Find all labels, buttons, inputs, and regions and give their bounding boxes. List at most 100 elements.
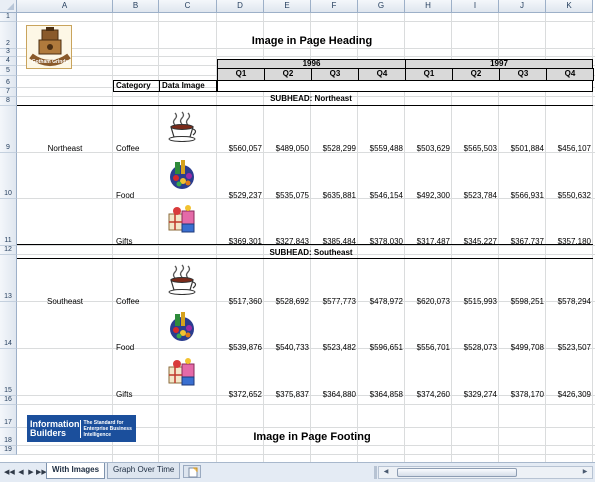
sales-value: $501,884: [510, 144, 544, 153]
coffee-cup-icon: [165, 262, 199, 296]
row-header-15[interactable]: 15: [0, 349, 17, 396]
scroll-left-arrow-icon[interactable]: ◀: [380, 468, 392, 477]
insert-sheet-button[interactable]: [183, 465, 201, 478]
row-header-13[interactable]: 13: [0, 255, 17, 302]
sales-value: $528,692: [275, 297, 309, 306]
grid-row-line: [17, 56, 595, 57]
column-header-k[interactable]: K: [546, 0, 593, 13]
row-header-17[interactable]: 17: [0, 405, 17, 428]
row-header-16[interactable]: 16: [0, 396, 17, 405]
horizontal-scrollbar[interactable]: ◀ ▶: [378, 466, 593, 479]
sales-value: $596,651: [369, 343, 403, 352]
grid-row-line: [17, 445, 595, 446]
row-header-18[interactable]: 18: [0, 428, 17, 446]
row-header-11[interactable]: 11: [0, 199, 17, 246]
row-header-9[interactable]: 9: [0, 106, 17, 153]
sales-value: $517,360: [228, 297, 262, 306]
sales-value: $364,880: [322, 390, 356, 399]
tab-with-images[interactable]: With Images: [46, 463, 106, 479]
gift-box-icon: [165, 355, 199, 389]
sales-value: $523,507: [557, 343, 591, 352]
sales-value: $539,876: [228, 343, 262, 352]
category-label: Coffee: [116, 297, 140, 306]
row-header-2[interactable]: 2: [0, 22, 17, 49]
region-label: Northeast: [47, 144, 83, 153]
sales-value: $426,309: [557, 390, 591, 399]
coffee-cup-icon: [165, 109, 199, 143]
row-header-4[interactable]: 4: [0, 57, 17, 66]
sheet-tab-bar: ◀◀ ◀ ▶ ▶▶ With Images Graph Over Time ◀ …: [0, 462, 595, 482]
sales-value: $528,073: [463, 343, 497, 352]
column-header-c[interactable]: C: [159, 0, 217, 13]
ib-brand: Information Builders: [30, 418, 80, 438]
row-header-7[interactable]: 7: [0, 88, 17, 97]
prev-sheet-button[interactable]: ◀: [16, 467, 26, 478]
row-header-3[interactable]: 3: [0, 48, 17, 57]
category-label: Food: [116, 191, 135, 200]
category-label: Gifts: [116, 390, 133, 399]
sales-value: $598,251: [510, 297, 544, 306]
column-header-d[interactable]: D: [217, 0, 264, 13]
section-bottom-rule: [17, 244, 593, 245]
region-label: Southeast: [46, 297, 84, 306]
gift-box-icon: [165, 202, 199, 236]
data-image-header: Data Image: [159, 80, 217, 92]
sales-value: $578,294: [557, 297, 591, 306]
tab-graph-over-time[interactable]: Graph Over Time: [107, 463, 181, 479]
sales-value: $523,482: [322, 343, 356, 352]
column-header-h[interactable]: H: [405, 0, 452, 13]
column-header-g[interactable]: G: [358, 0, 405, 13]
category-label: Coffee: [116, 144, 140, 153]
gotham-grinds-logo: Gotham Grinds: [26, 25, 72, 69]
column-header-b[interactable]: B: [113, 0, 159, 13]
column-header-a[interactable]: A: [17, 0, 113, 13]
select-all-corner[interactable]: [0, 0, 17, 13]
page-footing: Image in Page Footing: [253, 431, 371, 443]
sales-value: $492,300: [416, 191, 450, 200]
grid-row-line: [17, 48, 595, 49]
sales-value: $364,858: [369, 390, 403, 399]
insert-sheet-icon: [188, 467, 198, 478]
row-header-1[interactable]: 1: [0, 13, 17, 22]
sales-value: $560,057: [228, 144, 262, 153]
grid-row-line: [17, 404, 595, 405]
row-header-5[interactable]: 5: [0, 66, 17, 76]
food-basket-icon: [165, 308, 199, 342]
column-header-j[interactable]: J: [499, 0, 546, 13]
page-heading: Image in Page Heading: [251, 35, 373, 47]
column-header-e[interactable]: E: [264, 0, 311, 13]
sales-value: $550,632: [557, 191, 591, 200]
sales-value: $540,733: [275, 343, 309, 352]
row-header-8[interactable]: 8: [0, 97, 17, 106]
sales-value: $478,972: [369, 297, 403, 306]
sales-value: $577,773: [322, 297, 356, 306]
first-sheet-button[interactable]: ◀◀: [4, 467, 15, 478]
logo-text: Gotham Grinds: [31, 59, 69, 65]
sales-value: $456,107: [557, 144, 591, 153]
subhead: SUBHEAD: Northeast: [270, 94, 352, 103]
column-header-i[interactable]: I: [452, 0, 499, 13]
spreadsheet-grid[interactable]: ABCDEFGHIJK 1 2 3 4 5 6 7 8 9 10 11 12 13 14 15 16 17 18 1…: [0, 0, 595, 462]
row-header-14[interactable]: 14: [0, 302, 17, 349]
row-header-19[interactable]: 19: [0, 446, 17, 455]
row-header-12[interactable]: 12: [0, 246, 17, 255]
sales-value: $375,837: [275, 390, 309, 399]
last-sheet-button[interactable]: ▶▶: [36, 467, 47, 478]
sales-value: $556,701: [416, 343, 450, 352]
row-header-10[interactable]: 10: [0, 153, 17, 199]
tab-split-handle[interactable]: [374, 466, 377, 479]
scroll-right-arrow-icon[interactable]: ▶: [579, 468, 591, 477]
subhead: SUBHEAD: Southeast: [269, 248, 353, 257]
header-fill-row6: [217, 80, 593, 92]
sales-value: $529,237: [228, 191, 262, 200]
column-header-f[interactable]: F: [311, 0, 358, 13]
row-header-6[interactable]: 6: [0, 76, 17, 88]
sales-value: $523,784: [463, 191, 497, 200]
sales-value: $620,073: [416, 297, 450, 306]
food-basket-icon: [165, 156, 199, 190]
next-sheet-button[interactable]: ▶: [26, 467, 36, 478]
category-label: Food: [116, 343, 135, 352]
sales-value: $565,503: [463, 144, 497, 153]
sales-value: $372,652: [228, 390, 262, 399]
scroll-thumb[interactable]: [397, 468, 517, 477]
